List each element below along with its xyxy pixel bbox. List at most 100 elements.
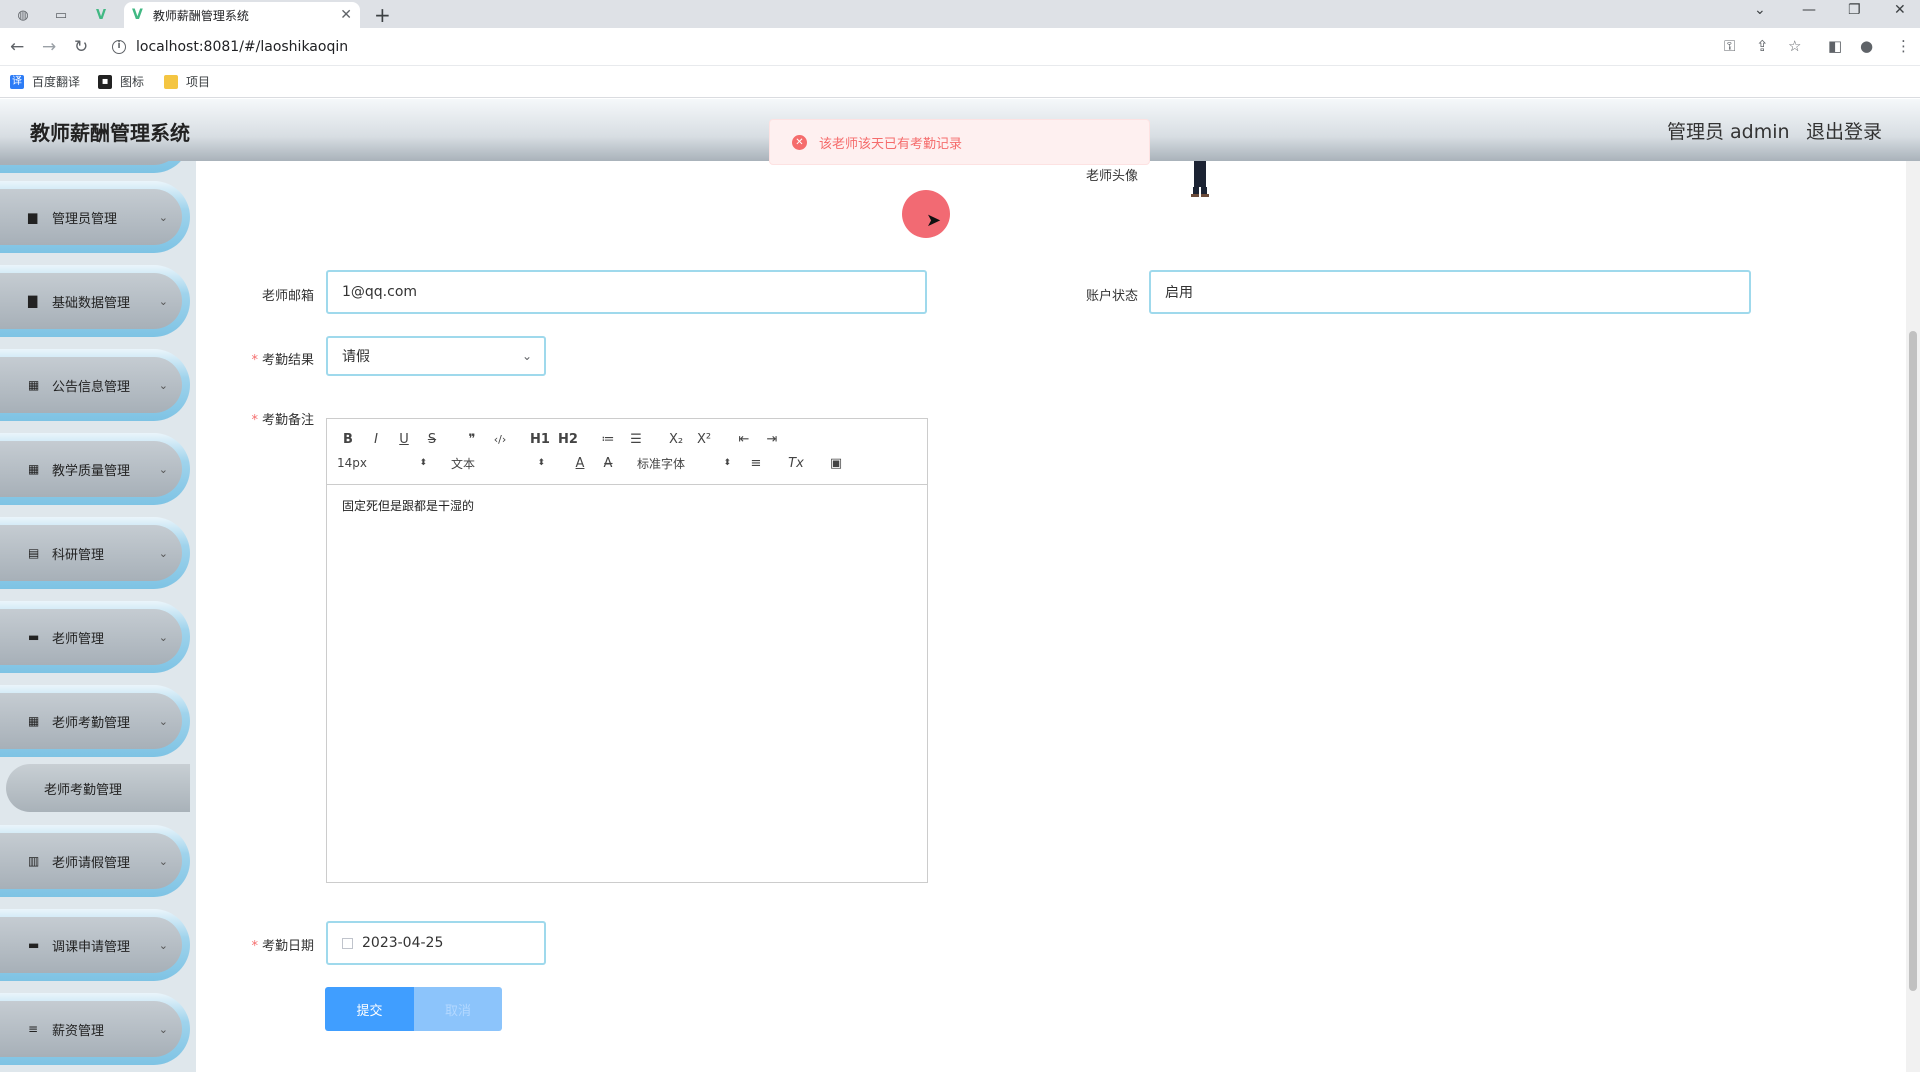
menu-icon[interactable]: ⋮: [1896, 37, 1911, 55]
font-size-value: 14px: [337, 456, 367, 470]
sidebar-item-course-change[interactable]: ▬ 调课申请管理 ⌄: [0, 909, 190, 981]
subscript-button[interactable]: X₂: [665, 432, 687, 447]
sliders-icon: ≡: [28, 1022, 39, 1036]
email-label: 老师邮箱: [261, 289, 314, 304]
ordered-list-icon[interactable]: ≔: [597, 432, 619, 447]
monitor-icon: ▬: [28, 630, 40, 644]
close-window-button[interactable]: ✕: [1894, 2, 1906, 18]
underline-button[interactable]: U: [393, 432, 415, 447]
image-icon: ▪: [98, 74, 112, 89]
sidebar-item-notice[interactable]: ▦ 公告信息管理 ⌄: [0, 349, 190, 421]
sidebar-item-hidden: [0, 161, 190, 173]
bullet-list-icon[interactable]: ☰: [625, 432, 647, 447]
sidebar-item-research[interactable]: ▤ 科研管理 ⌄: [0, 517, 190, 589]
background-color-icon[interactable]: A̶: [597, 456, 619, 471]
side-panel-icon[interactable]: ◧: [1828, 37, 1842, 55]
active-tab[interactable]: V 教师薪酬管理系统 ✕: [124, 2, 360, 28]
url-text: localhost:8081/#/laoshikaoqin: [136, 39, 349, 55]
teacher-avatar: [1191, 161, 1209, 197]
bold-button[interactable]: B: [337, 432, 359, 447]
italic-button[interactable]: I: [365, 432, 387, 447]
chevron-down-icon: ⌄: [158, 546, 168, 560]
back-icon[interactable]: ←: [10, 37, 24, 57]
vue-tab-icon[interactable]: V: [90, 4, 112, 26]
sidebar-item-salary[interactable]: ≡ 薪资管理 ⌄: [0, 993, 190, 1065]
updown-icon: ⬍: [723, 458, 731, 468]
rich-text-editor[interactable]: B I U S ❞ ‹/› H1 H2 ≔ ☰ X₂ X² ⇤ ⇥ 14px ⬍ …: [326, 418, 928, 883]
bookmark-label: 百度翻译: [32, 75, 81, 89]
sidebar-item-basic-data[interactable]: ▇ 基础数据管理 ⌄: [0, 265, 190, 337]
admin-label: 管理员 admin: [1667, 121, 1790, 143]
bookmark-project[interactable]: 项目: [164, 73, 210, 90]
image-icon[interactable]: ▣: [825, 456, 847, 471]
url-field[interactable]: i localhost:8081/#/laoshikaoqin: [112, 36, 348, 58]
cancel-button[interactable]: 取消: [414, 987, 502, 1031]
superscript-button[interactable]: X²: [693, 432, 715, 447]
briefcase-icon: ▆: [28, 210, 38, 224]
heading1-button[interactable]: H1: [529, 432, 551, 447]
restore-button[interactable]: ❐: [1848, 2, 1861, 18]
grid-icon: ▦: [28, 378, 40, 392]
date-label: * 考勤日期: [251, 939, 314, 954]
close-tab-icon[interactable]: ✕: [340, 7, 352, 23]
profile-icon[interactable]: ●: [1860, 37, 1873, 55]
editor-content[interactable]: 固定死但是跟都是干湿的: [327, 485, 927, 526]
site-info-icon[interactable]: i: [112, 40, 126, 54]
align-icon[interactable]: ≡: [745, 456, 767, 471]
star-icon[interactable]: ☆: [1788, 37, 1801, 55]
bookmark-label: 图标: [120, 75, 145, 89]
indent-icon[interactable]: ⇥: [761, 432, 783, 447]
result-label-text: 考勤结果: [261, 353, 314, 368]
sidebar-subitem-attendance[interactable]: 老师考勤管理: [6, 764, 190, 812]
sidebar-item-label: 薪资管理: [52, 1023, 105, 1039]
error-toast: ✕ 该老师该天已有考勤记录: [769, 119, 1150, 165]
bookmark-baidu-translate[interactable]: 译 百度翻译: [10, 73, 80, 90]
logout-button[interactable]: 退出登录: [1806, 117, 1882, 144]
scrollbar-thumb[interactable]: [1909, 331, 1917, 991]
chevron-down-icon: ⌄: [158, 630, 168, 644]
calendar-icon: [342, 937, 353, 949]
font-size-select[interactable]: 14px ⬍: [337, 456, 427, 470]
key-icon[interactable]: ⚿: [1724, 37, 1735, 55]
font-family-select[interactable]: 标准字体 ⬍: [637, 455, 731, 472]
strike-button[interactable]: S: [421, 432, 443, 447]
sidebar-item-attendance[interactable]: ▦ 老师考勤管理 ⌄: [0, 685, 190, 757]
tab-search-icon[interactable]: ⌄: [1754, 2, 1766, 18]
heading2-button[interactable]: H2: [557, 432, 579, 447]
sidebar-item-label: 管理员管理: [52, 211, 118, 227]
outdent-icon[interactable]: ⇤: [733, 432, 755, 447]
reload-icon[interactable]: ↻: [74, 37, 88, 57]
chevron-down-icon: ⌄: [158, 714, 168, 728]
date-picker[interactable]: 2023-04-25: [326, 921, 546, 965]
status-field[interactable]: 启用: [1149, 270, 1751, 314]
sidebar-item-label: 教学质量管理: [52, 463, 131, 479]
sidebar-item-label: 老师考勤管理: [52, 715, 131, 731]
minimize-button[interactable]: —: [1802, 2, 1816, 18]
bookmark-icons[interactable]: ▪ 图标: [98, 73, 144, 90]
new-tab-button[interactable]: +: [374, 3, 391, 27]
blank-tab-icon[interactable]: ▭: [50, 4, 72, 26]
result-select[interactable]: 请假 ⌄: [326, 336, 546, 376]
sidebar-item-label: 调课申请管理: [52, 939, 131, 955]
share-icon[interactable]: ⇪: [1756, 37, 1769, 55]
updown-icon: ⬍: [537, 458, 545, 468]
code-icon[interactable]: ‹/›: [489, 433, 511, 446]
submit-button[interactable]: 提交: [325, 987, 414, 1031]
font-color-icon[interactable]: A: [569, 456, 591, 471]
clear-format-icon[interactable]: Tx: [785, 456, 807, 471]
remark-label-text: 考勤备注: [261, 413, 314, 428]
toast-message: 该老师该天已有考勤记录: [819, 136, 963, 152]
sidebar-item-leave[interactable]: ▥ 老师请假管理 ⌄: [0, 825, 190, 897]
sidebar-item-admin[interactable]: ▆ 管理员管理 ⌄: [0, 181, 190, 253]
globe-icon[interactable]: ◍: [12, 4, 34, 26]
sidebar-item-teacher[interactable]: ▬ 老师管理 ⌄: [0, 601, 190, 673]
text-style-select[interactable]: 文本 ⬍: [451, 455, 545, 472]
email-field[interactable]: 1@qq.com: [326, 270, 927, 314]
forward-icon[interactable]: →: [42, 37, 56, 57]
vertical-scrollbar[interactable]: [1906, 161, 1920, 1072]
blockquote-icon[interactable]: ❞: [461, 432, 483, 447]
chevron-down-icon: ⌄: [158, 378, 168, 392]
sidebar-item-teaching-quality[interactable]: ▦ 教学质量管理 ⌄: [0, 433, 190, 505]
text-style-value: 文本: [451, 456, 476, 471]
clipboard-icon: ▇: [28, 294, 38, 308]
